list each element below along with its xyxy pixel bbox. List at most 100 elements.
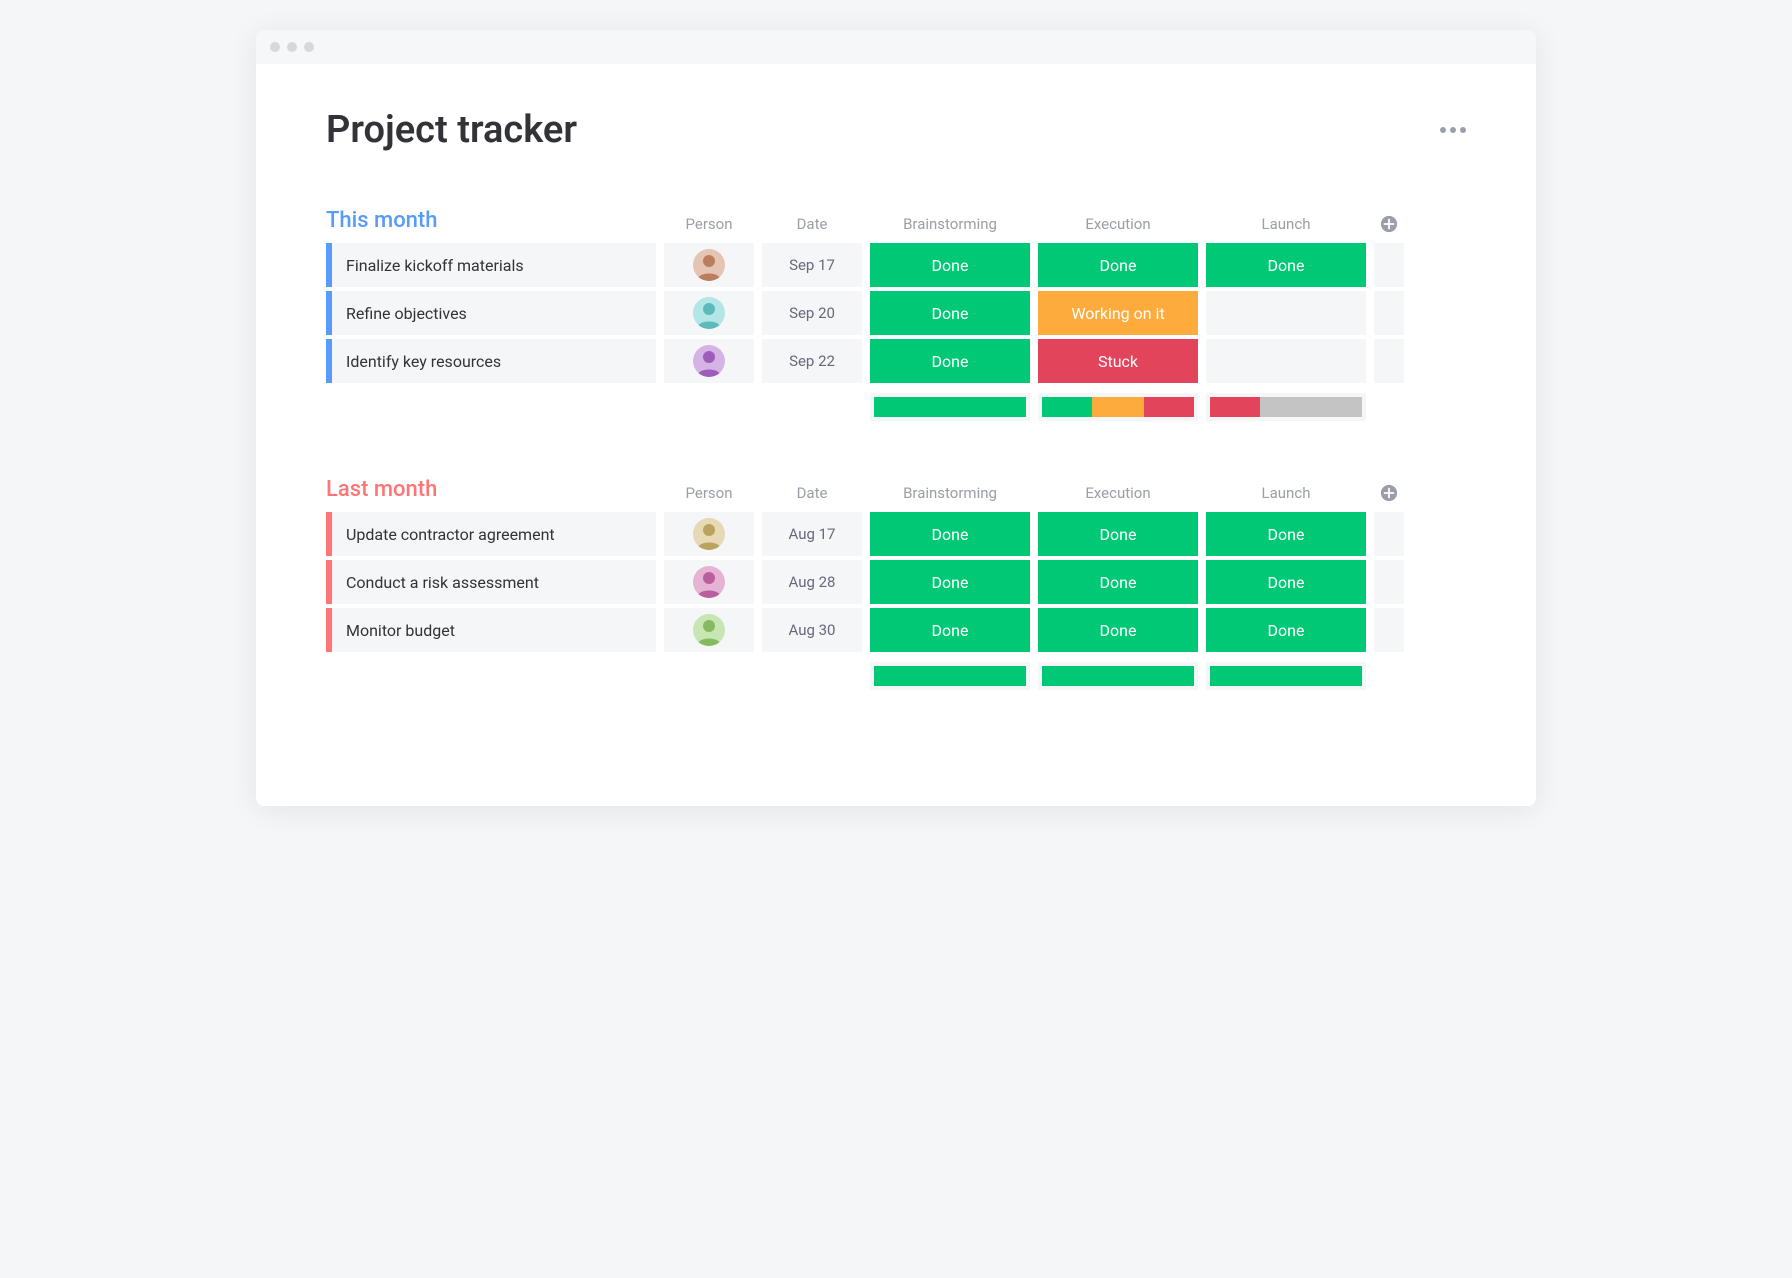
window-control-minimize[interactable]	[287, 42, 297, 52]
date-cell[interactable]: Aug 28	[762, 560, 862, 604]
summary-execution	[1038, 393, 1198, 421]
summary-segment-empty	[1260, 397, 1362, 417]
window-control-maximize[interactable]	[304, 42, 314, 52]
task-row: Finalize kickoff materials Sep 17 Done D…	[326, 243, 1466, 287]
group-last-month: Last month Person Date Brainstorming Exe…	[326, 477, 1466, 690]
date-cell[interactable]: Aug 30	[762, 608, 862, 652]
status-brainstorming[interactable]: Done	[870, 291, 1030, 335]
avatar	[693, 249, 725, 281]
group-summary-row	[326, 662, 1466, 690]
date-cell[interactable]: Sep 17	[762, 243, 862, 287]
task-name-cell[interactable]: Refine objectives	[326, 291, 656, 335]
status-launch[interactable]: Done	[1206, 512, 1366, 556]
status-execution[interactable]: Done	[1038, 243, 1198, 287]
date-cell[interactable]: Sep 22	[762, 339, 862, 383]
column-header-date[interactable]: Date	[762, 484, 862, 506]
column-header-brainstorming[interactable]: Brainstorming	[870, 215, 1030, 237]
task-row: Update contractor agreement Aug 17 Done …	[326, 512, 1466, 556]
summary-brainstorming	[870, 393, 1030, 421]
column-header-brainstorming[interactable]: Brainstorming	[870, 484, 1030, 506]
status-launch[interactable]	[1206, 291, 1366, 335]
task-row: Identify key resources Sep 22 Done Stuck	[326, 339, 1466, 383]
group-header-row: This month Person Date Brainstorming Exe…	[326, 208, 1466, 237]
column-header-execution[interactable]: Execution	[1038, 215, 1198, 237]
row-spacer	[1374, 243, 1404, 287]
status-brainstorming[interactable]: Done	[870, 512, 1030, 556]
avatar	[693, 614, 725, 646]
row-spacer	[1374, 608, 1404, 652]
avatar	[693, 297, 725, 329]
summary-launch	[1206, 662, 1366, 690]
page-header: Project tracker	[326, 108, 1466, 152]
summary-segment-done	[1042, 397, 1092, 417]
row-spacer	[1374, 560, 1404, 604]
page-title: Project tracker	[326, 108, 577, 152]
summary-launch	[1206, 393, 1366, 421]
status-execution[interactable]: Done	[1038, 512, 1198, 556]
status-brainstorming[interactable]: Done	[870, 608, 1030, 652]
person-cell[interactable]	[664, 560, 754, 604]
task-name-cell[interactable]: Conduct a risk assessment	[326, 560, 656, 604]
plus-circle-icon	[1380, 215, 1398, 233]
column-header-person[interactable]: Person	[664, 484, 754, 506]
plus-circle-icon	[1380, 484, 1398, 502]
status-launch[interactable]: Done	[1206, 243, 1366, 287]
row-spacer	[1374, 291, 1404, 335]
summary-execution	[1038, 662, 1198, 690]
status-brainstorming[interactable]: Done	[870, 560, 1030, 604]
task-row: Refine objectives Sep 20 Done Working on…	[326, 291, 1466, 335]
summary-segment-done	[1210, 666, 1362, 686]
add-column-button[interactable]	[1374, 215, 1404, 237]
task-name-cell[interactable]: Update contractor agreement	[326, 512, 656, 556]
date-cell[interactable]: Aug 17	[762, 512, 862, 556]
avatar	[693, 566, 725, 598]
column-header-person[interactable]: Person	[664, 215, 754, 237]
group-header-row: Last month Person Date Brainstorming Exe…	[326, 477, 1466, 506]
task-name-cell[interactable]: Monitor budget	[326, 608, 656, 652]
summary-segment-stuck	[1144, 397, 1194, 417]
column-header-date[interactable]: Date	[762, 215, 862, 237]
window-titlebar	[256, 30, 1536, 64]
date-cell[interactable]: Sep 20	[762, 291, 862, 335]
status-launch[interactable]: Done	[1206, 560, 1366, 604]
app-window: Project tracker This month Person Date B…	[256, 30, 1536, 806]
person-cell[interactable]	[664, 243, 754, 287]
column-header-launch[interactable]: Launch	[1206, 484, 1366, 506]
group-title[interactable]: This month	[326, 208, 656, 237]
add-column-button[interactable]	[1374, 484, 1404, 506]
window-control-close[interactable]	[270, 42, 280, 52]
task-name-cell[interactable]: Identify key resources	[326, 339, 656, 383]
status-launch[interactable]: Done	[1206, 608, 1366, 652]
status-brainstorming[interactable]: Done	[870, 243, 1030, 287]
summary-brainstorming	[870, 662, 1030, 690]
summary-segment-done	[1042, 666, 1194, 686]
column-header-execution[interactable]: Execution	[1038, 484, 1198, 506]
task-row: Conduct a risk assessment Aug 28 Done Do…	[326, 560, 1466, 604]
task-name-cell[interactable]: Finalize kickoff materials	[326, 243, 656, 287]
status-launch[interactable]	[1206, 339, 1366, 383]
board-more-menu[interactable]	[1440, 127, 1466, 133]
status-brainstorming[interactable]: Done	[870, 339, 1030, 383]
summary-segment-working	[1092, 397, 1144, 417]
task-row: Monitor budget Aug 30 Done Done Done	[326, 608, 1466, 652]
person-cell[interactable]	[664, 291, 754, 335]
summary-segment-done	[874, 397, 1026, 417]
board-content: Project tracker This month Person Date B…	[256, 64, 1536, 806]
group-this-month: This month Person Date Brainstorming Exe…	[326, 208, 1466, 421]
summary-segment-stuck	[1210, 397, 1260, 417]
group-summary-row	[326, 393, 1466, 421]
status-execution[interactable]: Working on it	[1038, 291, 1198, 335]
group-title[interactable]: Last month	[326, 477, 656, 506]
row-spacer	[1374, 339, 1404, 383]
status-execution[interactable]: Done	[1038, 608, 1198, 652]
row-spacer	[1374, 512, 1404, 556]
summary-segment-done	[874, 666, 1026, 686]
avatar	[693, 518, 725, 550]
avatar	[693, 345, 725, 377]
person-cell[interactable]	[664, 512, 754, 556]
column-header-launch[interactable]: Launch	[1206, 215, 1366, 237]
person-cell[interactable]	[664, 339, 754, 383]
person-cell[interactable]	[664, 608, 754, 652]
status-execution[interactable]: Stuck	[1038, 339, 1198, 383]
status-execution[interactable]: Done	[1038, 560, 1198, 604]
